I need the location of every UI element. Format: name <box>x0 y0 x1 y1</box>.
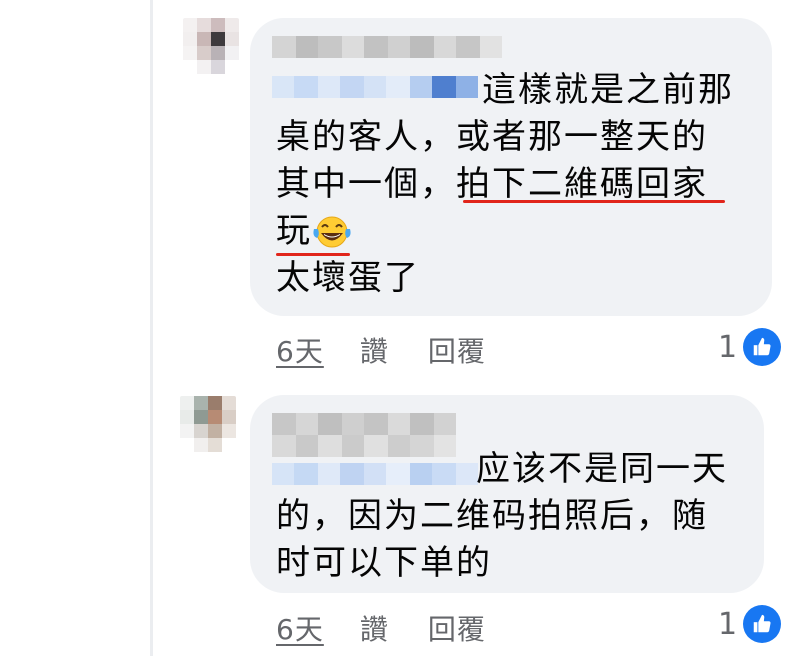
reply-thread-line <box>150 0 153 656</box>
author-name-blurred <box>272 435 456 457</box>
comment-text-line: 应该不是同一天 <box>476 449 728 489</box>
thumbs-up-icon <box>743 328 782 366</box>
avatar[interactable] <box>180 396 236 452</box>
comment-text-line: 玩 <box>276 211 310 251</box>
reaction-summary[interactable]: 1 <box>718 605 782 643</box>
comment-text-line: 太壞蛋了 <box>276 258 420 298</box>
comment-text-line-with-emoji: 玩 <box>276 208 352 255</box>
author-name-blurred[interactable] <box>272 413 456 435</box>
like-button[interactable]: 讚 <box>360 608 388 648</box>
comment-text-line: 的，因为二维码拍照后，随 <box>276 496 708 536</box>
comment-text-line: 桌的客人，或者那一整天的 <box>276 117 708 157</box>
mention-tag-blurred[interactable] <box>272 463 478 485</box>
reply-button[interactable]: 回覆 <box>428 608 486 648</box>
reaction-count: 1 <box>718 606 738 642</box>
comment-text-line: 时可以下单的 <box>276 543 492 583</box>
reply-button[interactable]: 回覆 <box>428 330 486 370</box>
timestamp-link[interactable]: 6天 <box>276 330 324 370</box>
thumbs-up-icon <box>743 605 782 643</box>
avatar[interactable] <box>183 18 239 74</box>
like-button[interactable]: 讚 <box>360 330 388 370</box>
laughing-tears-emoji-icon <box>313 216 351 247</box>
timestamp-link[interactable]: 6天 <box>276 608 324 648</box>
author-name-blurred[interactable] <box>272 36 502 58</box>
reaction-summary[interactable]: 1 <box>718 328 782 366</box>
red-underline-annotation <box>463 200 725 203</box>
red-underline-annotation <box>276 253 350 256</box>
reaction-count: 1 <box>718 329 738 365</box>
comment-actions: 6天 讚 回覆 <box>276 330 486 370</box>
comment-actions: 6天 讚 回覆 <box>276 608 486 648</box>
comment-text-line: 這樣就是之前那 <box>482 70 734 110</box>
mention-tag-blurred[interactable] <box>272 76 478 98</box>
